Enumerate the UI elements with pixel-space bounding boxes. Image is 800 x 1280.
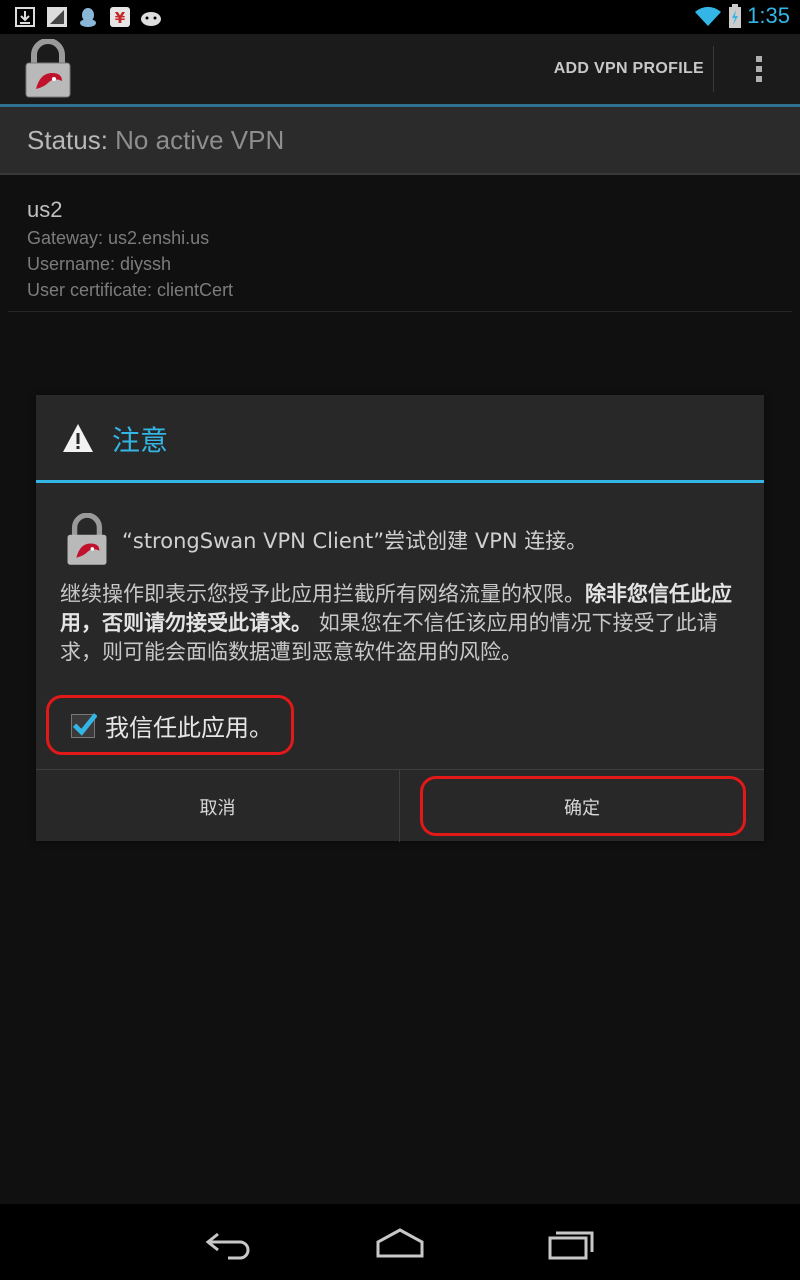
qq-icon [80, 8, 96, 27]
strongswan-app-icon[interactable] [22, 39, 74, 99]
warning-icon [63, 424, 93, 452]
trust-checkbox-row[interactable]: 我信任此应用。 [46, 695, 294, 755]
status-bar: ¥ 1:35 [0, 0, 800, 34]
add-vpn-profile-button[interactable]: ADD VPN PROFILE [554, 60, 704, 78]
profile-username: Username: diyssh [27, 254, 172, 274]
profile-name: us2 [27, 197, 63, 222]
trust-checkbox[interactable] [71, 713, 97, 738]
status-label: Status: [27, 125, 116, 155]
dialog-message: 继续操作即表示您授予此应用拦截所有网络流量的权限。除非您信任此应用，否则请勿接受… [60, 580, 744, 667]
vpn-profile-item[interactable]: us2 Gateway: us2.enshi.us Username: diys… [0, 175, 800, 312]
yen-icon: ¥ [110, 7, 130, 27]
back-icon[interactable] [200, 1224, 260, 1264]
android-icon [141, 12, 161, 26]
message-part-1: 继续操作即表示您授予此应用拦截所有网络流量的权限。 [60, 582, 585, 606]
status-row: Status: No active VPN [0, 107, 800, 175]
svg-text:¥: ¥ [115, 9, 126, 27]
status-value: No active VPN [115, 125, 285, 155]
action-bar-divider [713, 46, 714, 92]
status-text: Status: No active VPN [27, 125, 284, 156]
profile-gateway: Gateway: us2.enshi.us [27, 228, 210, 248]
signal-app-icon [47, 7, 67, 27]
dialog-app-line: “strongSwan VPN Client”尝试创建 VPN 连接。 [122, 529, 588, 553]
strongswan-app-icon [67, 513, 107, 565]
profile-certificate: User certificate: clientCert [27, 280, 234, 300]
dialog-title-divider [36, 480, 764, 483]
overflow-menu-icon[interactable] [756, 56, 764, 86]
cancel-button[interactable]: 取消 [36, 770, 399, 842]
dialog-title-row: 注意 [36, 395, 764, 481]
home-icon[interactable] [370, 1224, 430, 1264]
vpn-consent-dialog: 注意 “strongSwan VPN Client”尝试创建 VPN 连接。 继… [36, 395, 764, 842]
dialog-title: 注意 [112, 424, 169, 457]
action-bar: ADD VPN PROFILE [0, 34, 800, 107]
trust-checkbox-label[interactable]: 我信任此应用。 [105, 708, 273, 743]
navigation-bar [0, 1204, 800, 1280]
ok-button[interactable]: 确定 [400, 770, 764, 842]
clock: 1:35 [747, 3, 790, 28]
dialog-button-bar: 取消 确定 [36, 769, 764, 842]
recent-apps-icon[interactable] [542, 1224, 602, 1264]
download-icon [15, 7, 35, 27]
battery-charging-icon [729, 4, 741, 28]
cancel-button-label: 取消 [199, 798, 236, 819]
checkmark-icon [72, 713, 97, 736]
screen: ¥ 1:35 ADD VPN PROFILE Status: No active… [0, 0, 800, 1280]
profile-divider [8, 311, 792, 312]
ok-button-label: 确定 [564, 798, 600, 819]
wifi-icon [695, 6, 721, 27]
